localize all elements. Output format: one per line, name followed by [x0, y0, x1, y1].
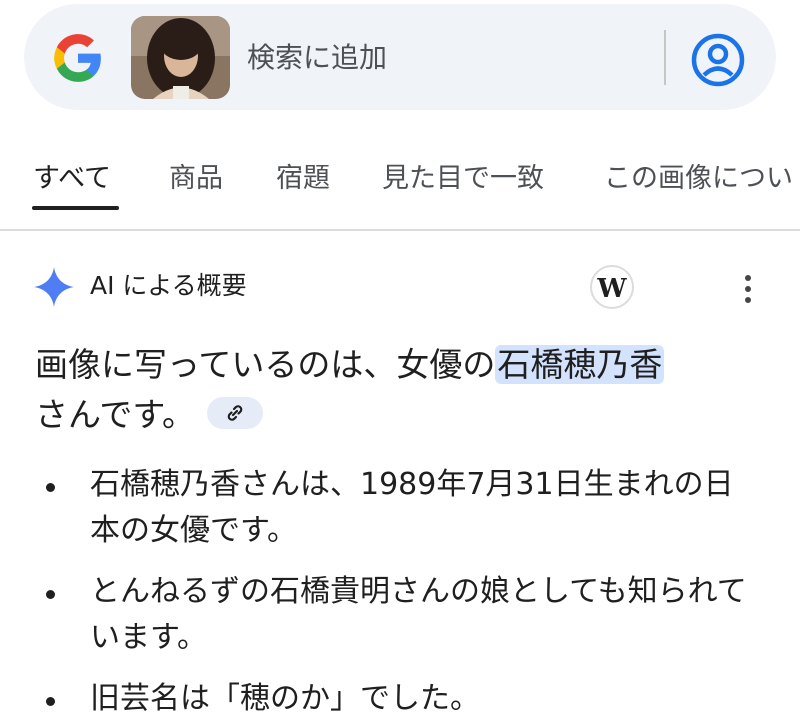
tab-about-this-image[interactable]: この画像につい [604, 161, 793, 197]
headline-text-end: さんです。 [35, 395, 196, 434]
ai-overview-headline: 画像に写っているのは、女優の石橋穂乃香 さんです。 [35, 340, 775, 440]
account-circle-icon[interactable] [690, 32, 746, 88]
headline-text: 画像に写っているのは、女優の [35, 345, 496, 384]
bullet-dot [46, 483, 55, 492]
tab-homework[interactable]: 宿題 [276, 161, 330, 197]
ai-overview-title: AI による概要 [90, 271, 247, 300]
query-image-thumbnail[interactable] [131, 16, 230, 99]
google-g-icon [54, 34, 101, 82]
tab-all[interactable]: すべて [33, 161, 111, 197]
search-add-text[interactable]: 検索に追加 [247, 40, 387, 76]
tab-products[interactable]: 商品 [169, 161, 223, 197]
wikipedia-source-icon[interactable]: W [590, 265, 634, 309]
tab-visual-matches[interactable]: 見た目で一致 [382, 161, 544, 197]
gemini-sparkle-icon [34, 267, 74, 307]
search-divider [664, 30, 666, 85]
tab-bar: すべて 商品 宿題 見た目で一致 この画像につい [0, 155, 800, 211]
bullet-dot [46, 590, 55, 599]
bullet-text: 旧芸名は「穂のか」でした。 [90, 681, 480, 716]
source-link-chip[interactable] [207, 396, 264, 429]
link-icon [227, 404, 243, 421]
bullet-text: とんねるずの石橋貴明さんの娘としても知られています。 [90, 574, 747, 655]
more-options-icon[interactable] [736, 272, 760, 306]
bullet-dot [46, 697, 55, 706]
active-tab-indicator [32, 206, 119, 210]
highlighted-entity[interactable]: 石橋穂乃香 [495, 345, 665, 384]
bullet-text: 石橋穂乃香さんは、1989年7月31日生まれの日本の女優です。 [90, 467, 734, 548]
tabs-divider [0, 229, 800, 231]
